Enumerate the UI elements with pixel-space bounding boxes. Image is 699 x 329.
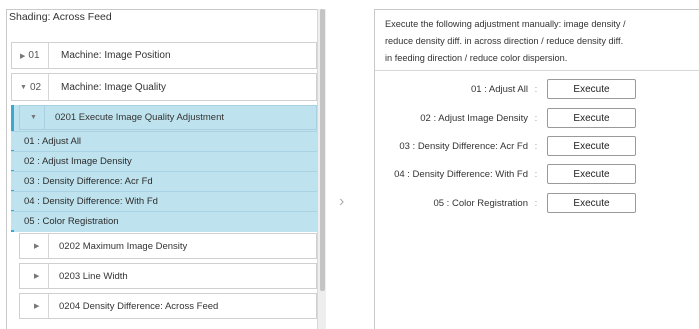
adjustment-label: 01 : Adjust All xyxy=(470,83,528,95)
execute-image-density-button[interactable]: Execute xyxy=(547,108,636,128)
adjustment-label: 04 : Density Difference: With Fd xyxy=(394,168,528,180)
collapsed-arrow-icon: ▶ xyxy=(34,273,40,280)
tree-item-number: 01 xyxy=(28,50,40,61)
subtree-item-label: 0202 Maximum Image Density xyxy=(59,240,188,252)
tree-item-label: Machine: Image Quality xyxy=(61,81,167,93)
colon-separator: : xyxy=(534,140,538,152)
divider xyxy=(48,74,49,100)
tree-item-number: 02 xyxy=(29,81,42,93)
tree-item-01[interactable]: ▶ 01 Machine: Image Position xyxy=(11,42,317,69)
tree-item-02[interactable]: ▼ 02 Machine: Image Quality xyxy=(11,73,317,101)
subtree-item-0202[interactable]: ▶ 0202 Maximum Image Density xyxy=(19,233,317,259)
description: Execute the following adjustment manuall… xyxy=(385,16,685,67)
adjustment-item-03[interactable]: 03 : Density Difference: Acr Fd xyxy=(11,171,317,190)
subtree-item-label: 0201 Execute Image Quality Adjustment xyxy=(55,112,224,123)
subtree-item-label: 0203 Line Width xyxy=(59,270,128,282)
execute-row-01: 01 : Adjust All : Execute xyxy=(471,79,636,99)
adjustment-item-04[interactable]: 04 : Density Difference: With Fd xyxy=(11,191,317,210)
adjustment-item-01[interactable]: 01 : Adjust All xyxy=(11,131,317,150)
panel-title: Shading: Across Feed xyxy=(9,11,112,23)
execute-row-03: 03 : Density Difference: Acr Fd : Execut… xyxy=(399,136,636,156)
adjustment-label: 05 : Color Registration xyxy=(433,197,528,209)
divider xyxy=(375,70,699,71)
colon-separator: : xyxy=(534,197,538,209)
divider xyxy=(48,294,49,318)
execute-row-02: 02 : Adjust Image Density : Execute xyxy=(420,108,636,128)
collapsed-arrow-icon: ▶ xyxy=(34,243,40,250)
adjustment-label: 03 : Density Difference: Acr Fd xyxy=(399,140,528,152)
description-line: Execute the following adjustment manuall… xyxy=(385,19,626,29)
divider xyxy=(44,106,45,129)
divider xyxy=(48,234,49,258)
tree-item-label: Machine: Image Position xyxy=(61,50,171,61)
execute-row-04: 04 : Density Difference: With Fd : Execu… xyxy=(394,164,636,184)
divider xyxy=(48,43,49,68)
colon-separator: : xyxy=(534,112,538,124)
execute-color-registration-button[interactable]: Execute xyxy=(547,193,636,213)
expanded-arrow-icon: ▼ xyxy=(30,114,37,121)
subtree-item-0203[interactable]: ▶ 0203 Line Width xyxy=(19,263,317,289)
collapsed-arrow-icon: ▶ xyxy=(34,303,40,310)
detail-panel: Execute the following adjustment manuall… xyxy=(374,9,699,329)
subtree-item-0201[interactable]: ▼ 0201 Execute Image Quality Adjustment xyxy=(19,105,317,130)
colon-separator: : xyxy=(534,168,538,180)
tree-item-number-wrap: ▼ 02 xyxy=(12,82,48,93)
colon-separator: : xyxy=(534,83,538,95)
scrollbar-thumb[interactable] xyxy=(320,9,325,291)
execute-row-05: 05 : Color Registration : Execute xyxy=(433,193,636,213)
chevron-right-icon: › xyxy=(339,193,345,210)
execute-density-acr-fd-button[interactable]: Execute xyxy=(547,136,636,156)
description-line: reduce density diff. in across direction… xyxy=(385,36,624,46)
tree-item-number-wrap: ▶ 01 xyxy=(12,50,48,61)
divider xyxy=(48,264,49,288)
adjustment-label: 02 : Adjust Image Density xyxy=(420,112,528,124)
adjustment-item-02[interactable]: 02 : Adjust Image Density xyxy=(11,151,317,170)
adjustment-item-05[interactable]: 05 : Color Registration xyxy=(11,211,317,230)
description-line: in feeding direction / reduce color disp… xyxy=(385,53,568,63)
execute-density-with-fd-button[interactable]: Execute xyxy=(547,164,636,184)
subtree-item-label: 0204 Density Difference: Across Feed xyxy=(59,300,219,312)
expanded-arrow-icon: ▼ xyxy=(20,83,27,91)
execute-adjust-all-button[interactable]: Execute xyxy=(547,79,636,99)
subtree-item-0204[interactable]: ▶ 0204 Density Difference: Across Feed xyxy=(19,293,317,319)
collapsed-arrow-icon: ▶ xyxy=(20,52,26,60)
